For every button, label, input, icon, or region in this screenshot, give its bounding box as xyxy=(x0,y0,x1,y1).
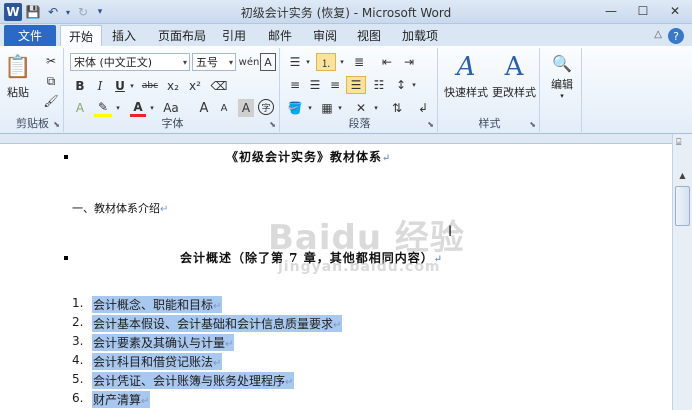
tab-references[interactable]: 引用 xyxy=(222,27,246,44)
scroll-thumb[interactable] xyxy=(675,186,690,226)
ribbon-tab-row: 文件 开始 插入 页面布局 引用 邮件 审阅 视图 加载项 △ ? xyxy=(0,24,692,46)
paragraph-launcher-icon[interactable]: ⬊ xyxy=(427,120,434,129)
help-icon[interactable]: ? xyxy=(668,28,684,44)
numbering-icon[interactable]: ⒈ xyxy=(316,53,336,71)
chevron-down-icon[interactable]: ▾ xyxy=(338,53,346,71)
quick-styles-icon: A xyxy=(456,52,476,82)
minimize-ribbon-icon[interactable]: △ xyxy=(654,29,662,40)
font-size-select[interactable]: 五号 ▾ xyxy=(192,53,236,71)
ribbon: 📋 粘贴 ✂ ⧉ 🖌 剪贴板 ⬊ 宋体 (中文正文) ▾ 五号 ▾ wén A B … xyxy=(0,46,692,134)
chevron-down-icon[interactable]: ▾ xyxy=(410,76,418,94)
group-font: 宋体 (中文正文) ▾ 五号 ▾ wén A B I U ▾ abc x₂ x² ⌫… xyxy=(66,48,280,132)
document-page[interactable] xyxy=(0,144,672,410)
bold-button[interactable]: B xyxy=(72,77,88,95)
tab-file[interactable]: 文件 xyxy=(4,25,56,46)
styles-launcher-icon[interactable]: ⬊ xyxy=(529,120,536,129)
copy-icon[interactable]: ⧉ xyxy=(42,72,60,90)
group-label-styles: 样式 xyxy=(478,117,501,130)
editing-button[interactable]: 🔍 编辑 ▾ xyxy=(544,52,580,101)
close-icon[interactable]: ✕ xyxy=(662,2,688,20)
chevron-down-icon[interactable]: ▾ xyxy=(128,77,136,95)
align-left-icon[interactable]: ≡ xyxy=(286,76,304,94)
font-name-select[interactable]: 宋体 (中文正文) ▾ xyxy=(70,53,190,71)
align-right-icon[interactable]: ≡ xyxy=(326,76,344,94)
font-launcher-icon[interactable]: ⬊ xyxy=(269,120,276,129)
view-ruler-icon[interactable]: ⌸ xyxy=(676,138,689,151)
group-label-font: 字体 xyxy=(161,117,184,130)
group-label-paragraph: 段落 xyxy=(348,117,371,130)
subscript-button[interactable]: x₂ xyxy=(164,77,182,95)
text-cursor-icon: I xyxy=(448,224,453,240)
tab-addins[interactable]: 加载项 xyxy=(402,27,438,44)
justify-icon[interactable]: ☰ xyxy=(346,76,366,94)
char-border-icon[interactable]: A xyxy=(260,53,276,71)
clipboard-launcher-icon[interactable]: ⬊ xyxy=(53,120,60,129)
tab-mailings[interactable]: 邮件 xyxy=(268,27,292,44)
quick-styles-button[interactable]: A 快速样式 xyxy=(442,52,490,100)
format-painter-icon[interactable]: 🖌 xyxy=(42,92,60,110)
chevron-down-icon: ▾ xyxy=(228,57,233,67)
enclose-characters-icon[interactable]: 字 xyxy=(258,99,274,115)
group-styles: A 快速样式 A 更改样式 样式 ⬊ xyxy=(440,48,540,132)
bullet-mark xyxy=(64,155,68,159)
baidu-watermark: Baidu 经验 jingyan.baidu.com xyxy=(268,218,465,275)
clear-format-icon[interactable]: ⌫ xyxy=(210,77,228,95)
tab-page-layout[interactable]: 页面布局 xyxy=(158,27,206,44)
strikethrough-button[interactable]: abc xyxy=(140,77,160,95)
group-paragraph: ☰ ▾ ⒈ ▾ ≣ ⇤ ⇥ ≡ ☰ ≡ ☰ ☷ ↕ ▾ 🪣 ▾ ▦ ▾ ✕ ▾ … xyxy=(282,48,438,132)
tab-view[interactable]: 视图 xyxy=(357,27,381,44)
tab-insert[interactable]: 插入 xyxy=(112,27,136,44)
vertical-scrollbar[interactable]: ⌸ ▲ xyxy=(672,134,692,410)
underline-button[interactable]: U xyxy=(112,77,128,95)
distributed-icon[interactable]: ☷ xyxy=(370,76,388,94)
scroll-up-icon[interactable]: ▲ xyxy=(675,168,690,183)
align-center-icon[interactable]: ☰ xyxy=(306,76,324,94)
italic-button[interactable]: I xyxy=(92,77,108,95)
window-controls: — ☐ ✕ xyxy=(598,2,688,20)
ruler xyxy=(0,134,692,144)
chevron-down-icon: ▾ xyxy=(182,57,187,67)
maximize-icon[interactable]: ☐ xyxy=(630,2,656,20)
decrease-indent-icon[interactable]: ⇤ xyxy=(378,53,396,71)
window-title: 初级会计实务 (恢复) - Microsoft Word xyxy=(240,6,452,20)
section-heading: 一、教材体系介绍↵ xyxy=(72,202,169,215)
tab-home[interactable]: 开始 xyxy=(60,25,103,46)
paste-button[interactable]: 📋 粘贴 xyxy=(4,52,32,100)
chevron-down-icon: ▾ xyxy=(560,92,564,100)
superscript-button[interactable]: x² xyxy=(186,77,204,95)
line-spacing-icon[interactable]: ↕ xyxy=(392,76,410,94)
change-styles-icon: A xyxy=(504,52,524,82)
bullet-mark xyxy=(64,256,68,260)
increase-indent-icon[interactable]: ⇥ xyxy=(400,53,418,71)
document-title: 《初级会计实务》教材体系↵ xyxy=(226,150,392,164)
group-editing: 🔍 编辑 ▾ xyxy=(542,48,582,132)
find-icon: 🔍 xyxy=(552,53,572,73)
bullets-icon[interactable]: ☰ xyxy=(286,53,304,71)
paste-icon: 📋 xyxy=(4,54,32,80)
cut-icon[interactable]: ✂ xyxy=(42,52,60,70)
change-styles-button[interactable]: A 更改样式 xyxy=(490,52,538,100)
minimize-icon[interactable]: — xyxy=(598,2,624,20)
multilevel-list-icon[interactable]: ≣ xyxy=(350,53,368,71)
group-clipboard: 📋 粘贴 ✂ ⧉ 🖌 剪贴板 ⬊ xyxy=(2,48,64,132)
tab-review[interactable]: 审阅 xyxy=(313,27,337,44)
chevron-down-icon[interactable]: ▾ xyxy=(304,53,312,71)
phonetic-guide-icon[interactable]: wén xyxy=(239,53,260,71)
title-bar: W 💾 ↶ ▾ ↻ ▾ 初级会计实务 (恢复) - Microsoft Word… xyxy=(0,0,692,24)
